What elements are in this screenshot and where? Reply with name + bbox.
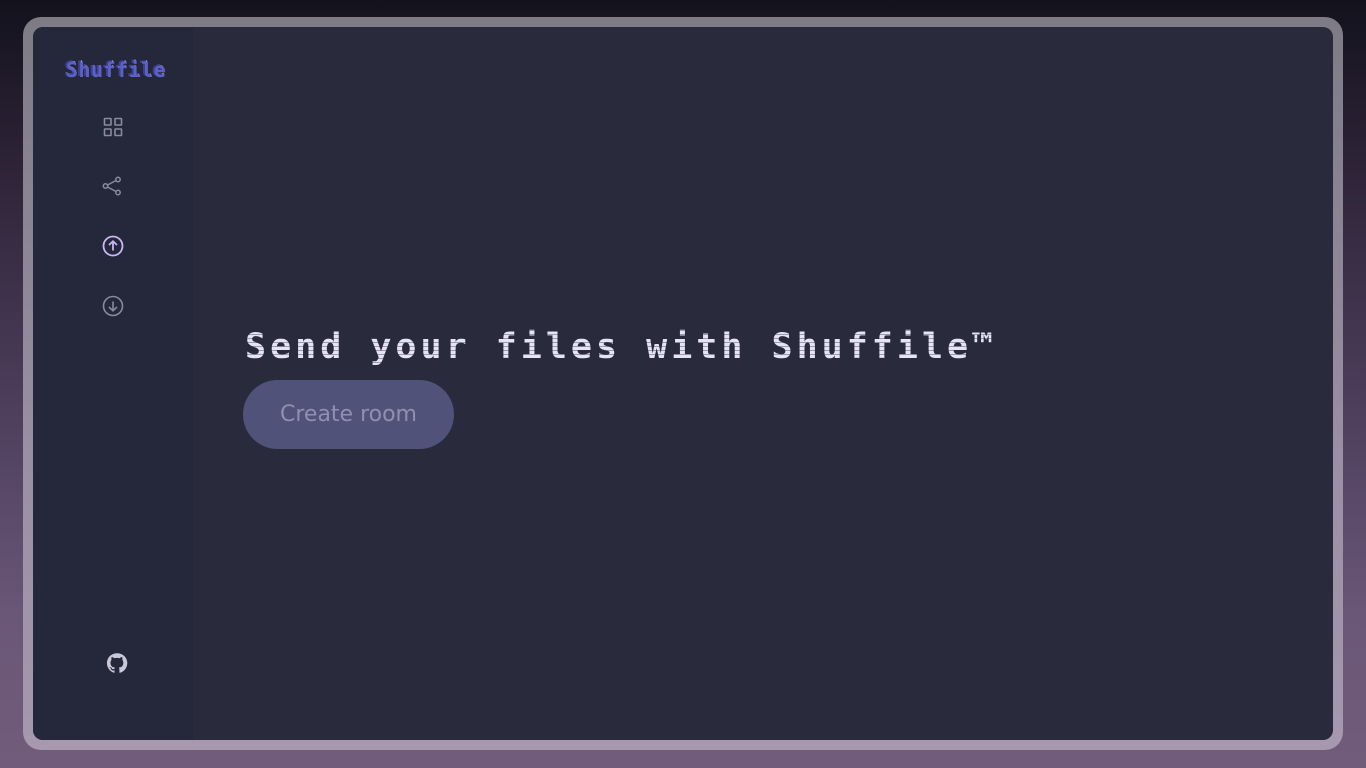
github-icon (106, 653, 128, 673)
create-room-button[interactable]: Create room (243, 380, 454, 449)
window-frame: Shuffile Send your files with Shuffile™ … (23, 17, 1343, 750)
download-circle-icon (102, 295, 124, 317)
grid-icon (103, 117, 123, 137)
sidebar-item-dashboard[interactable] (101, 115, 125, 139)
upload-circle-icon (102, 235, 124, 257)
app-container: Shuffile Send your files with Shuffile™ … (33, 27, 1333, 740)
sidebar-item-upload[interactable] (101, 234, 125, 258)
share-icon (102, 176, 121, 196)
main-content: Send your files with Shuffile™ Create ro… (193, 27, 1333, 740)
app-logo[interactable]: Shuffile (65, 57, 165, 81)
github-link[interactable] (105, 651, 129, 675)
sidebar: Shuffile (33, 27, 193, 740)
page-title: Send your files with Shuffile™ (245, 327, 998, 367)
sidebar-item-download[interactable] (101, 294, 125, 318)
sidebar-item-share[interactable] (100, 174, 124, 198)
